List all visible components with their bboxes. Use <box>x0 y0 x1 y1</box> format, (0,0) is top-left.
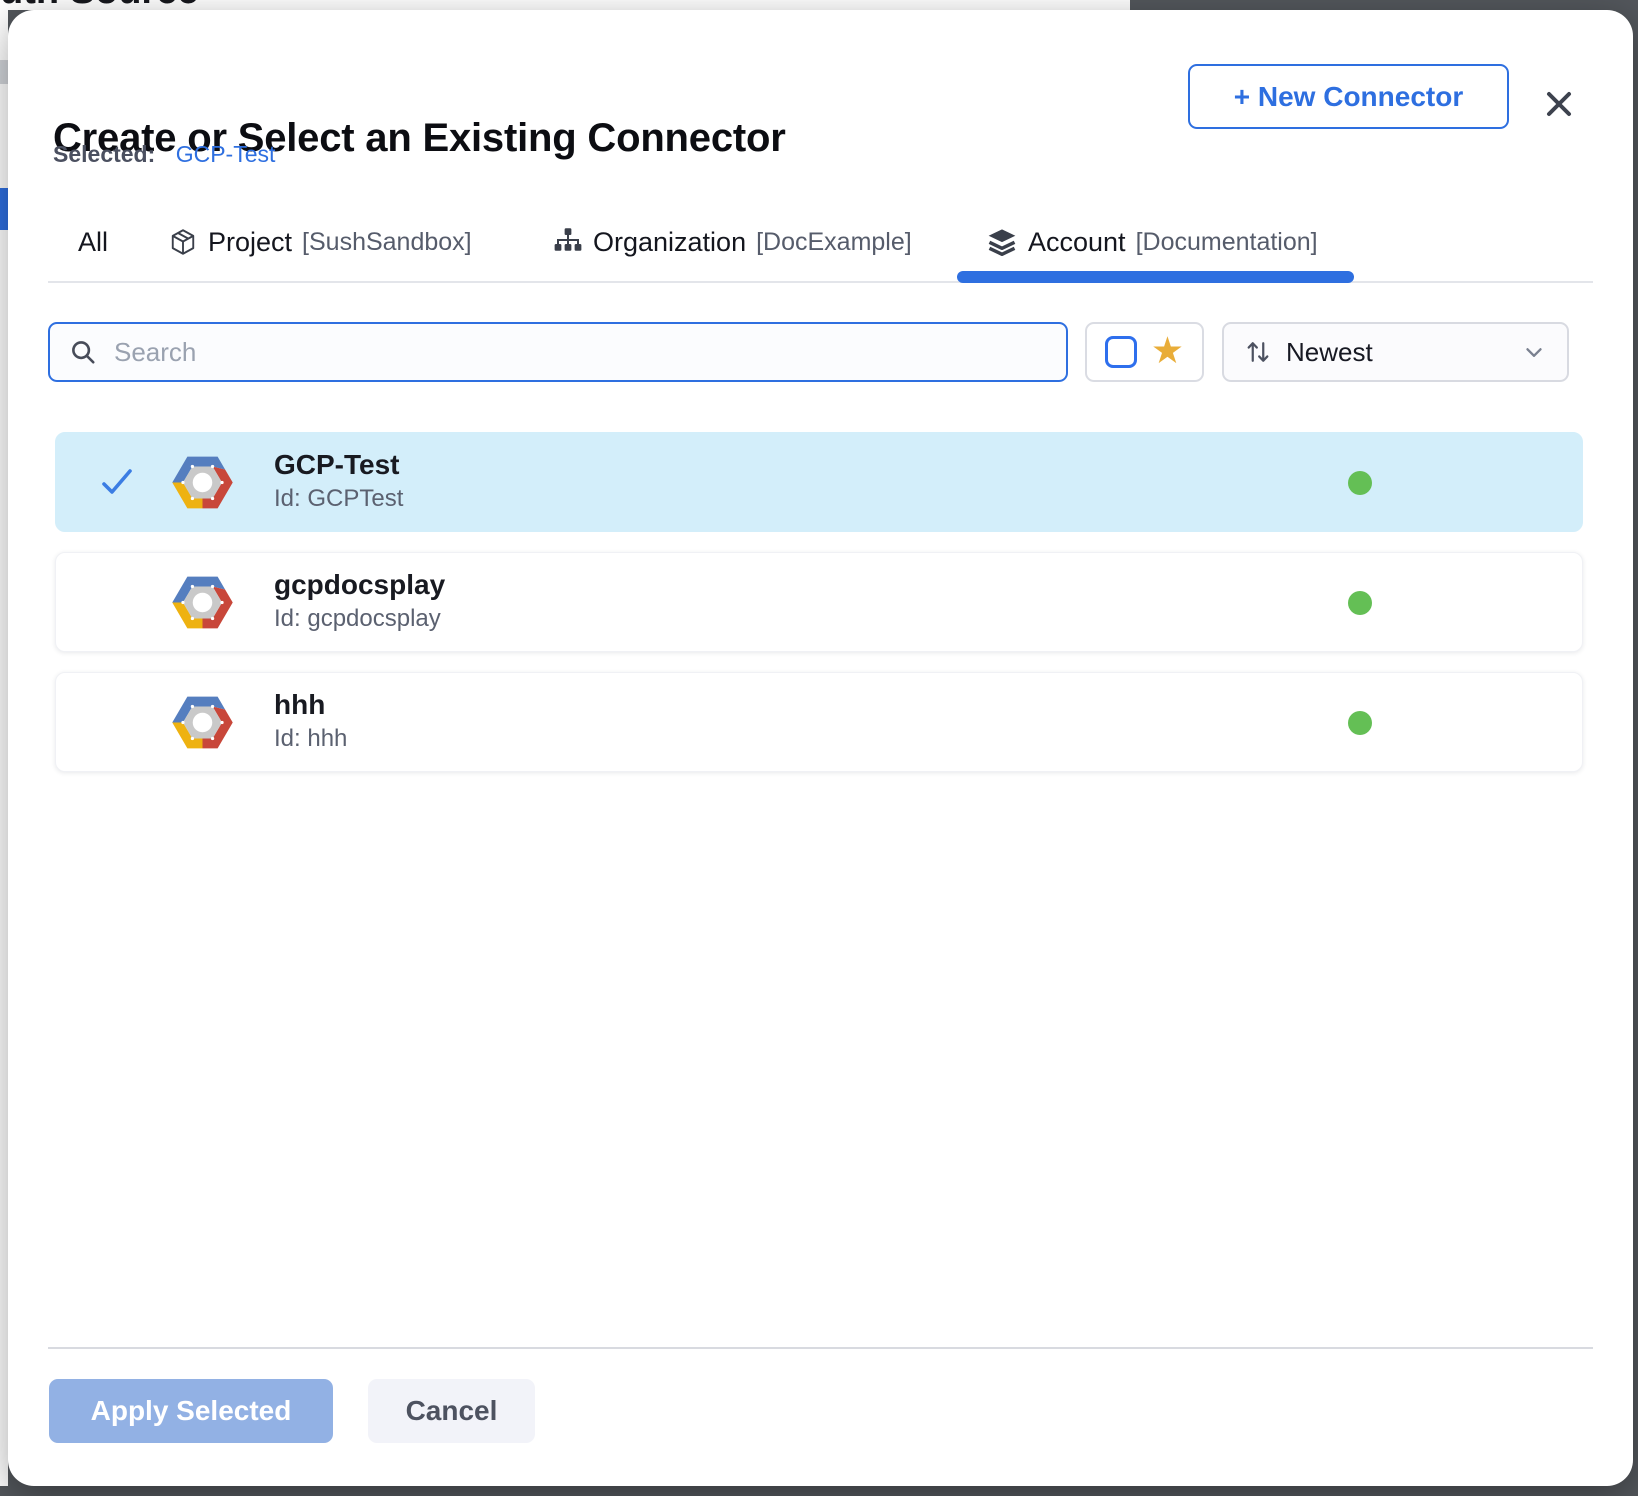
search-icon <box>68 337 98 367</box>
tabs-divider <box>48 281 1593 283</box>
gcp-logo-icon <box>171 691 234 754</box>
favorites-filter[interactable]: ★ <box>1085 322 1204 382</box>
cancel-button[interactable]: Cancel <box>368 1379 535 1443</box>
selected-connector-link[interactable]: GCP-Test <box>176 141 276 167</box>
tab-project-scope: [SushSandbox] <box>302 228 472 257</box>
background-left-blue-fragment <box>0 188 8 230</box>
background-left-edge <box>0 10 8 1486</box>
background-page-header: uth Source <box>0 0 1130 10</box>
connector-row-gcp-test[interactable]: GCP-Test Id: GCPTest <box>55 432 1583 532</box>
background-partial-heading: uth Source <box>0 0 198 10</box>
tab-all[interactable]: All <box>63 214 123 270</box>
sort-arrows-icon <box>1244 338 1272 366</box>
connector-name: GCP-Test <box>274 449 400 481</box>
cube-icon <box>168 227 198 257</box>
status-dot <box>1348 471 1372 495</box>
connector-id: Id: gcpdocsplay <box>274 605 441 633</box>
connector-name: hhh <box>274 689 325 721</box>
layers-icon <box>986 226 1018 258</box>
active-tab-underline <box>957 271 1354 283</box>
gcp-logo-icon <box>171 451 234 514</box>
new-connector-button[interactable]: + New Connector <box>1188 64 1509 129</box>
org-chart-icon <box>553 227 583 257</box>
tab-project-label: Project <box>208 227 292 258</box>
tab-account[interactable]: Account [Documentation] <box>986 214 1318 270</box>
sort-dropdown[interactable]: Newest <box>1222 322 1569 382</box>
favorites-checkbox[interactable] <box>1105 336 1137 368</box>
connector-row-gcpdocsplay[interactable]: gcpdocsplay Id: gcpdocsplay <box>55 552 1583 652</box>
background-left-gray-fragment <box>0 60 8 84</box>
search-input[interactable] <box>112 336 1048 369</box>
chevron-down-icon <box>1521 339 1547 365</box>
tab-organization-label: Organization <box>593 227 746 258</box>
status-dot <box>1348 711 1372 735</box>
gcp-logo-icon <box>171 571 234 634</box>
sort-selected-value: Newest <box>1286 337 1507 368</box>
selected-label: Selected: <box>53 141 155 167</box>
connector-id: Id: hhh <box>274 725 347 753</box>
status-dot <box>1348 591 1372 615</box>
tab-project[interactable]: Project [SushSandbox] <box>168 214 472 270</box>
search-box <box>48 322 1068 382</box>
footer-divider <box>48 1347 1593 1349</box>
tab-organization-scope: [DocExample] <box>756 228 912 257</box>
connector-name: gcpdocsplay <box>274 569 445 601</box>
check-icon <box>100 465 134 499</box>
connector-select-modal: Create or Select an Existing Connector +… <box>8 10 1633 1486</box>
close-icon <box>1543 88 1575 120</box>
tab-account-scope: [Documentation] <box>1136 228 1318 257</box>
tab-account-label: Account <box>1028 227 1126 258</box>
star-icon: ★ <box>1151 332 1184 369</box>
connector-id: Id: GCPTest <box>274 485 403 513</box>
apply-selected-button[interactable]: Apply Selected <box>49 1379 333 1443</box>
close-button[interactable] <box>1531 76 1587 132</box>
tab-all-label: All <box>78 227 108 258</box>
tab-organization[interactable]: Organization [DocExample] <box>553 214 912 270</box>
selected-line: Selected: GCP-Test <box>53 141 275 168</box>
connector-row-hhh[interactable]: hhh Id: hhh <box>55 672 1583 772</box>
